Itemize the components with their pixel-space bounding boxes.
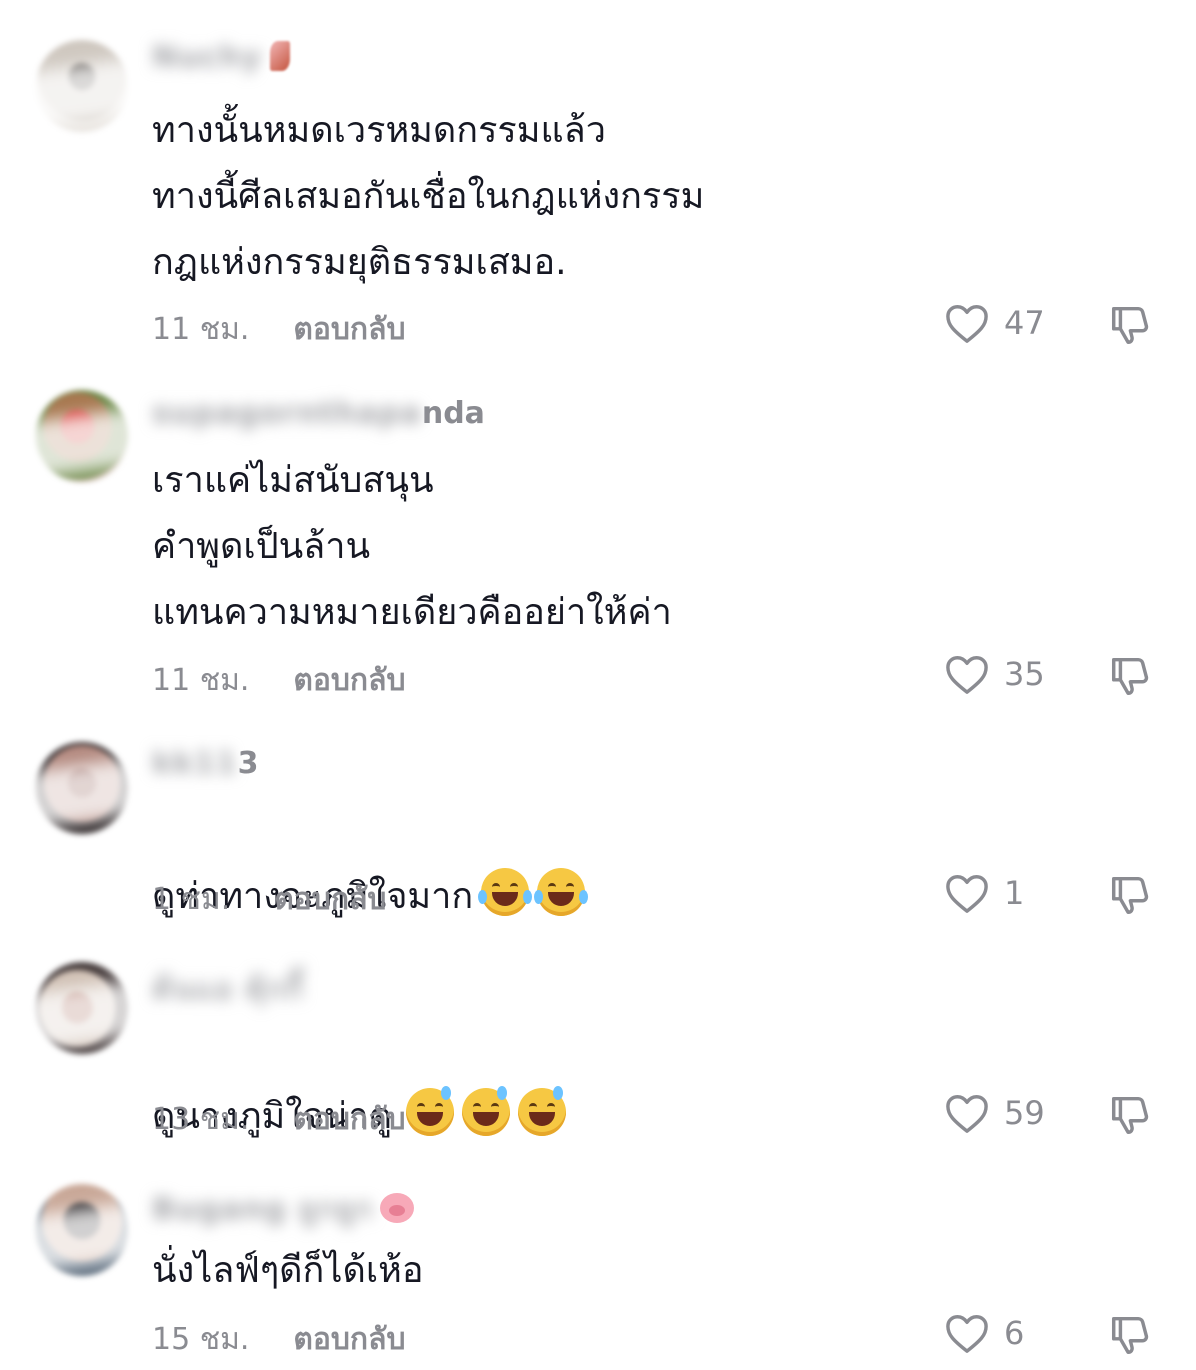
thumbs-down-outline-icon[interactable]	[1106, 1312, 1154, 1358]
username[interactable]: Bugang ยูกยูก	[152, 1186, 414, 1233]
username[interactable]: ต้นแอ คุ้กกี้	[152, 966, 304, 1013]
comment-meta: 1 ชม. ตอบกลับ	[152, 876, 386, 923]
reply-button[interactable]: ตอบกลับ	[293, 657, 405, 704]
comment-time: 11 ชม.	[152, 312, 250, 347]
comment-text: ทางนั้นหมดเวรหมดกรรมแล้ว ทางนี้ศีลเสมอกั…	[152, 110, 705, 283]
thumbs-down-outline-icon[interactable]	[1106, 872, 1154, 918]
username-hidden: supagornthapa	[152, 396, 422, 431]
reply-button[interactable]: ตอบกลับ	[293, 306, 405, 353]
comment-time: 15 ชม.	[152, 1322, 250, 1357]
comment-meta: 13 ชม. ตอบกลับ	[152, 1096, 406, 1143]
heart-outline-icon	[946, 305, 988, 343]
heart-outline-icon	[946, 1095, 988, 1133]
heart-outline-icon	[946, 1315, 988, 1353]
thumbs-down-outline-icon[interactable]	[1106, 653, 1154, 699]
like-button[interactable]: 59	[944, 1092, 1045, 1134]
username[interactable]: kk113	[152, 746, 259, 781]
comment-text: นั่งไลฟ์ๆดีก็ได้เห้อ	[152, 1250, 424, 1291]
reply-button[interactable]: ตอบกลับ	[274, 876, 386, 923]
username[interactable]: supagornthapanda	[152, 396, 485, 431]
grinning-face-with-sweat-icon	[462, 1086, 511, 1136]
like-count: 1	[1004, 874, 1025, 912]
grinning-face-with-sweat-icon	[518, 1086, 567, 1136]
thumbs-down-outline-icon[interactable]	[1106, 1092, 1154, 1138]
like-count: 35	[1004, 655, 1045, 693]
like-count: 6	[1004, 1314, 1025, 1352]
heart-outline-icon	[946, 875, 988, 913]
face-with-tears-of-joy-icon	[478, 868, 533, 916]
like-button[interactable]: 6	[944, 1312, 1024, 1354]
grinning-face-with-sweat-icon	[406, 1086, 455, 1136]
pig-face-icon	[379, 1193, 414, 1223]
like-count: 59	[1004, 1094, 1045, 1132]
thumbs-down-outline-icon[interactable]	[1106, 302, 1154, 348]
username-visible: nda	[421, 396, 485, 431]
comment-time: 13 ชม.	[152, 1102, 250, 1137]
comment-time: 11 ชม.	[152, 663, 250, 698]
like-count: 47	[1004, 304, 1045, 342]
comment-text: เราแค่ไม่สนับสนุน คำพูดเป็นล้าน แทนความห…	[152, 460, 672, 633]
comment-meta: 11 ชม. ตอบกลับ	[152, 657, 406, 704]
heart-outline-icon	[946, 656, 988, 694]
username-visible: 3	[237, 746, 259, 781]
comment-meta: 11 ชม. ตอบกลับ	[152, 306, 406, 353]
username-hidden: Nuchy	[152, 40, 263, 75]
reply-button[interactable]: ตอบกลับ	[293, 1316, 405, 1363]
like-button[interactable]: 1	[944, 872, 1024, 914]
username-hidden: ต้นแอ คุ้กกี้	[152, 972, 305, 1007]
comment-time: 1 ชม.	[152, 882, 231, 917]
like-button[interactable]: 35	[944, 653, 1045, 695]
like-button[interactable]: 47	[944, 302, 1045, 344]
reply-button[interactable]: ตอบกลับ	[293, 1096, 405, 1143]
guitar-emoji-icon	[270, 41, 291, 71]
username[interactable]: Nuchy	[152, 40, 291, 75]
username-hidden: Bugang ยูกยูก	[152, 1192, 374, 1227]
comment-meta: 15 ชม. ตอบกลับ	[152, 1316, 406, 1363]
face-with-tears-of-joy-icon	[534, 868, 589, 916]
username-hidden: kk11	[152, 746, 238, 781]
